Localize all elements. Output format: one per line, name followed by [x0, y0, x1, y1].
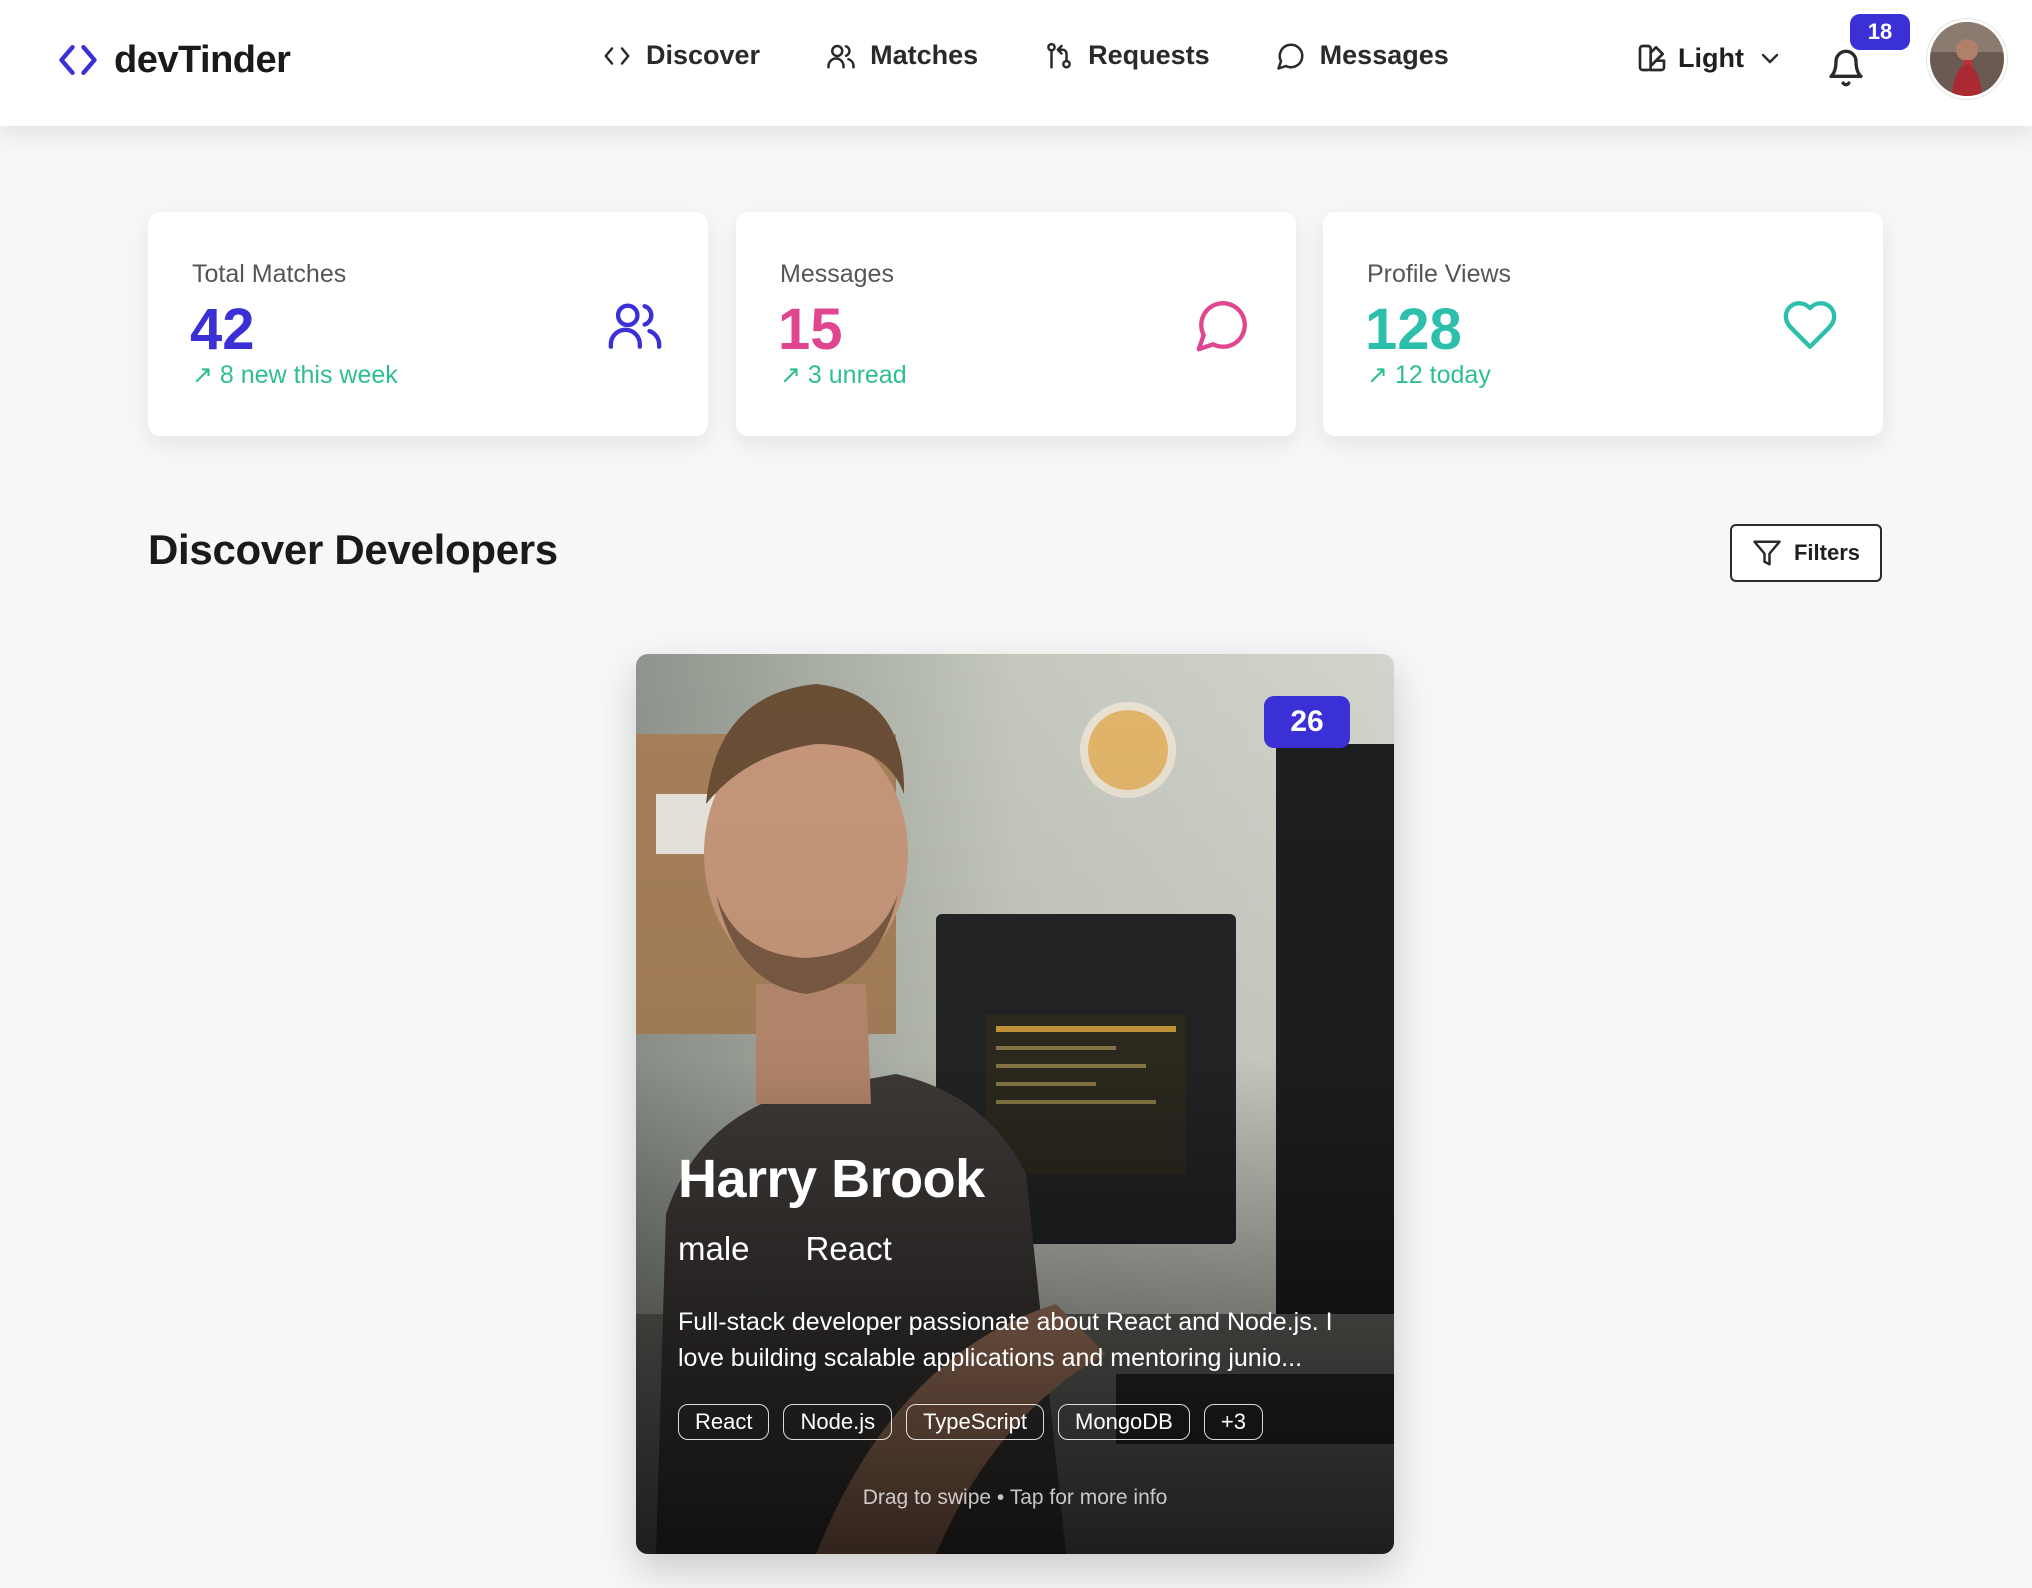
skill-tags: React Node.js TypeScript MongoDB +3 — [678, 1404, 1263, 1440]
stat-trend: ↗ 3 unread — [780, 360, 907, 390]
user-avatar[interactable] — [1930, 22, 2004, 96]
chat-bubble-icon — [1276, 43, 1304, 70]
chevron-down-icon — [1761, 53, 1779, 64]
profile-meta: male React — [678, 1230, 892, 1268]
main-nav: Discover Matches Requests Messages — [602, 40, 1449, 71]
skill-tag: TypeScript — [906, 1404, 1045, 1440]
skill-tag: React — [678, 1404, 770, 1440]
nav-discover[interactable]: Discover — [602, 40, 760, 71]
bell-icon[interactable] — [1826, 48, 1866, 88]
code-brackets-icon — [59, 44, 97, 76]
filters-label: Filters — [1793, 540, 1861, 565]
profile-bio: Full-stack developer passionate about Re… — [678, 1308, 1333, 1372]
stat-card-messages: Messages 15 ↗ 3 unread — [736, 212, 1296, 436]
nav-messages-label: Messages — [1319, 40, 1449, 70]
stat-trend-text: 3 unread — [807, 361, 907, 389]
stat-trend: ↗ 12 today — [1367, 360, 1491, 390]
swipe-hint: Drag to swipe • Tap for more info — [862, 1486, 1168, 1509]
stat-trend-text: 12 today — [1394, 361, 1491, 389]
stat-trend: ↗ 8 new this week — [192, 360, 398, 390]
navbar: devTinder Discover Matches Requests Mess… — [0, 0, 2032, 126]
filters-button[interactable]: Filters — [1730, 524, 1882, 582]
nav-requests[interactable]: Requests — [1044, 40, 1210, 71]
chat-bubble-icon — [1196, 301, 1247, 352]
nav-discover-label: Discover — [646, 40, 761, 70]
theme-label: Light — [1678, 42, 1744, 73]
skill-tag: MongoDB — [1058, 1404, 1190, 1440]
section-title: Discover Developers — [148, 526, 558, 573]
stat-label: Profile Views — [1367, 260, 1512, 288]
heart-icon — [1783, 301, 1837, 349]
app-name: devTinder — [114, 38, 291, 81]
stat-trend-text: 8 new this week — [219, 361, 398, 389]
age-badge: 26 — [1264, 696, 1350, 748]
nav-requests-label: Requests — [1088, 40, 1210, 70]
stat-value: 15 — [778, 297, 843, 362]
skill-tag-more[interactable]: +3 — [1203, 1404, 1263, 1440]
trend-up-icon: ↗ — [1367, 361, 1395, 389]
app-logo[interactable]: devTinder — [56, 38, 291, 82]
profile-name: Harry Brook — [678, 1149, 985, 1209]
avatar-image — [1930, 22, 2004, 96]
palette-icon — [1638, 44, 1666, 72]
theme-toggle[interactable]: Light — [1636, 42, 1782, 74]
nav-matches[interactable]: Matches — [826, 40, 978, 71]
stat-label: Total Matches — [192, 260, 347, 288]
code-icon — [604, 46, 630, 65]
nav-matches-label: Matches — [870, 40, 979, 70]
trend-up-icon: ↗ — [192, 361, 220, 389]
filter-icon — [1753, 540, 1781, 566]
git-pull-request-icon — [1047, 42, 1071, 68]
skill-tag: Node.js — [783, 1404, 893, 1440]
users-icon — [827, 44, 855, 68]
stat-card-matches: Total Matches 42 ↗ 8 new this week — [148, 212, 708, 436]
notification-badge: 18 — [1850, 14, 1910, 50]
stat-value: 42 — [190, 297, 255, 362]
stat-value: 128 — [1365, 297, 1462, 362]
trend-up-icon: ↗ — [780, 361, 808, 389]
nav-messages[interactable]: Messages — [1276, 40, 1449, 71]
profile-primary-skill: React — [805, 1230, 892, 1267]
stat-card-profile-views: Profile Views 128 ↗ 12 today — [1323, 212, 1883, 436]
stat-label: Messages — [780, 260, 894, 288]
profile-gender: male — [678, 1230, 750, 1267]
profile-card[interactable]: 26 Harry Brook male React Full-stack dev… — [636, 654, 1394, 1554]
users-icon — [608, 303, 662, 349]
